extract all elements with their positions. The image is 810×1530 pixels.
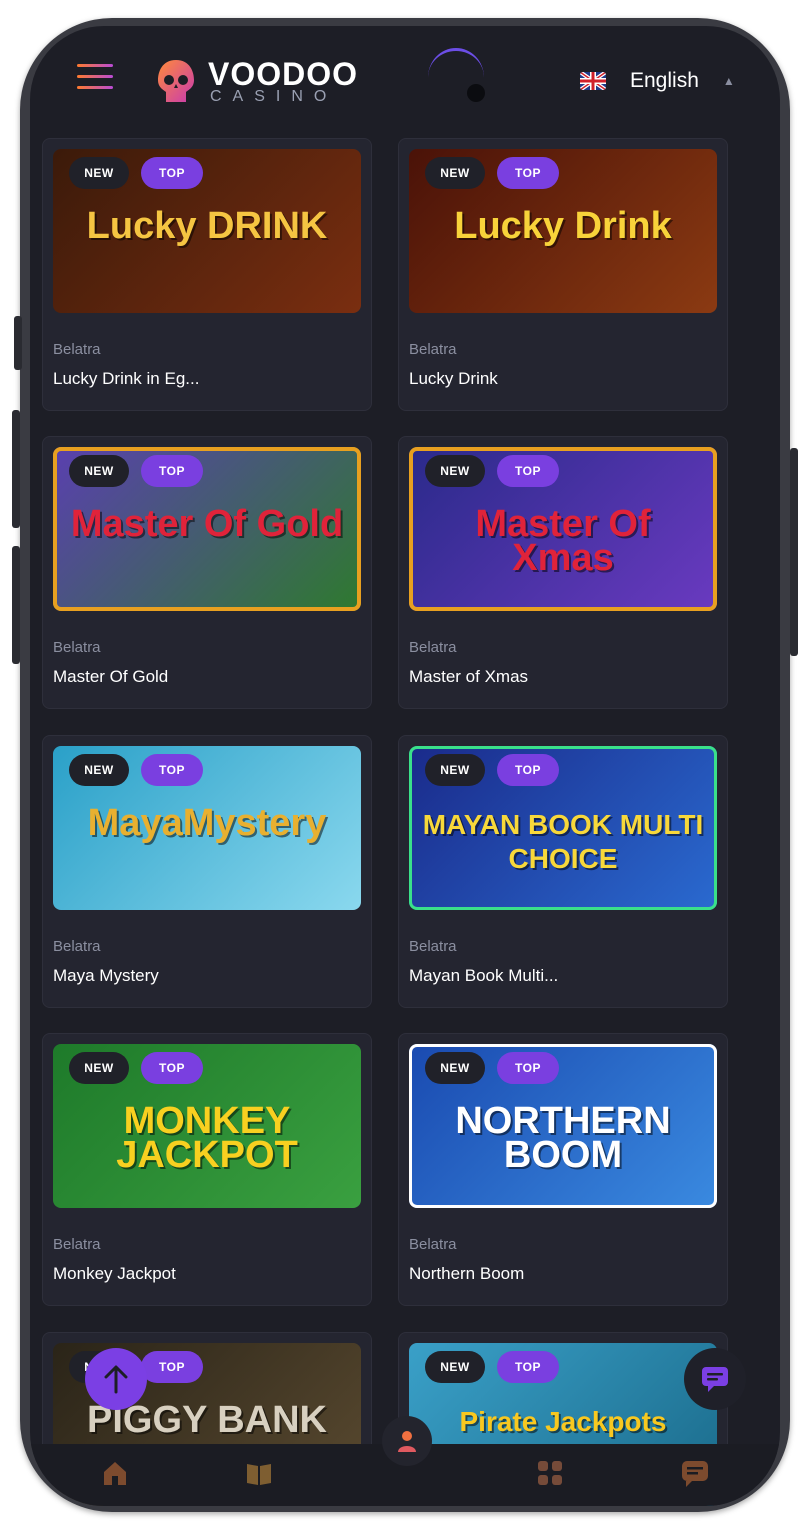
profile-button[interactable] [382, 1416, 432, 1466]
logo-subtitle: CASINO [210, 88, 338, 105]
phone-volume-up [12, 410, 20, 528]
game-art-title: PIGGY BANK [86, 1399, 327, 1441]
game-thumbnail[interactable]: Lucky DRINK NEW TOP [53, 149, 361, 313]
caret-up-icon: ▲ [722, 74, 735, 88]
game-art-title: Pirate Jackpots [459, 1406, 667, 1437]
game-name: Master Of Gold [53, 667, 169, 686]
menu-icon[interactable] [77, 64, 113, 94]
home-icon[interactable] [100, 1458, 130, 1488]
game-provider: Belatra [409, 1236, 457, 1253]
game-card[interactable]: Master Of Gold NEW TOP Belatra Master Of G… [42, 436, 372, 709]
new-badge: NEW [425, 1052, 485, 1084]
game-name: Lucky Drink [409, 369, 498, 388]
game-name: Master of Xmas [409, 667, 529, 686]
game-provider: Belatra [409, 938, 457, 955]
game-thumbnail[interactable]: Master Of Gold NEW TOP [53, 447, 361, 611]
top-badge: TOP [497, 1351, 559, 1383]
game-provider: Belatra [53, 1236, 101, 1253]
game-art-title: MONKEY JACKPOT [116, 1100, 298, 1176]
game-card[interactable]: Master Of Xmas NEW TOP Belatra Master of X… [398, 436, 728, 709]
phone-volume-down [12, 546, 20, 664]
game-provider: Belatra [409, 639, 457, 656]
top-badge: TOP [497, 1052, 559, 1084]
top-badge: TOP [141, 157, 203, 189]
game-name: Maya Mystery [53, 966, 159, 985]
game-provider: Belatra [409, 341, 457, 358]
grid-icon[interactable] [535, 1458, 565, 1488]
game-card[interactable]: Lucky Drink NEW TOP Belatra Lucky Drink [398, 138, 728, 411]
game-provider: Belatra [53, 938, 101, 955]
game-thumbnail[interactable]: Lucky Drink NEW TOP [409, 149, 717, 313]
game-provider: Belatra [53, 639, 101, 656]
game-card[interactable]: NORTHERN BOOM NEW TOP Belatra Northern Boo… [398, 1033, 728, 1306]
skull-logo-icon [158, 60, 194, 102]
new-badge: NEW [425, 157, 485, 189]
new-badge: NEW [69, 157, 129, 189]
new-badge: NEW [69, 754, 129, 786]
top-badge: TOP [141, 455, 203, 487]
uk-flag-icon [580, 72, 606, 90]
game-provider: Belatra [53, 341, 101, 358]
brand-logo[interactable]: VOODOO CASINO [154, 54, 357, 105]
game-name: Northern Boom [409, 1264, 525, 1283]
bottom-navigation [30, 1416, 780, 1506]
game-art-title: Master Of Gold [70, 503, 344, 545]
game-name: Mayan Book Multi... [409, 966, 559, 985]
new-badge: NEW [425, 455, 485, 487]
top-badge: TOP [141, 754, 203, 786]
game-art-title: Master Of Xmas [475, 503, 651, 579]
chat-button[interactable] [684, 1348, 746, 1410]
game-card[interactable]: MayaMystery NEW TOP Belatra Maya Mystery [42, 735, 372, 1008]
top-badge: TOP [141, 1052, 203, 1084]
game-card[interactable]: MONKEY JACKPOT NEW TOP Belatra Monkey Jack… [42, 1033, 372, 1306]
game-thumbnail[interactable]: MONKEY JACKPOT NEW TOP [53, 1044, 361, 1208]
language-label: English [630, 69, 699, 92]
language-selector[interactable]: English ▲ [580, 66, 735, 96]
game-name: Lucky Drink in Eg... [53, 369, 200, 388]
arrow-up-icon [104, 1365, 128, 1394]
top-badge: TOP [497, 455, 559, 487]
chat-bubble-icon [702, 1367, 728, 1392]
screen: VOODOO CASINO English ▲ Lucky DRINK NEW TO… [30, 26, 780, 1506]
new-badge: NEW [69, 1052, 129, 1084]
top-badge: TOP [497, 754, 559, 786]
front-camera [467, 84, 485, 102]
game-name: Monkey Jackpot [53, 1264, 176, 1283]
new-badge: NEW [69, 455, 129, 487]
user-icon [398, 1431, 416, 1452]
phone-power-button [790, 448, 798, 656]
game-art-title: MAYAN BOOK MULTI CHOICE [422, 809, 704, 874]
new-badge: NEW [425, 1351, 485, 1383]
game-art-title: Lucky DRINK [86, 205, 328, 247]
chat-icon[interactable] [680, 1458, 710, 1488]
phone-side-button [14, 316, 22, 370]
top-badge: TOP [141, 1351, 203, 1383]
game-thumbnail[interactable]: Master Of Xmas NEW TOP [409, 447, 717, 611]
scroll-top-button[interactable] [85, 1348, 147, 1410]
game-art-title: NORTHERN BOOM [455, 1100, 671, 1176]
game-art-title: Lucky Drink [454, 205, 672, 247]
game-card[interactable]: MAYAN BOOK MULTI CHOICE NEW TOP Belatra Ma… [398, 735, 728, 1008]
new-badge: NEW [425, 754, 485, 786]
game-card[interactable]: Lucky DRINK NEW TOP Belatra Lucky Drink in… [42, 138, 372, 411]
app-header: VOODOO CASINO English ▲ [30, 26, 780, 136]
book-icon[interactable] [244, 1458, 274, 1488]
game-thumbnail[interactable]: MAYAN BOOK MULTI CHOICE NEW TOP [409, 746, 717, 910]
game-thumbnail[interactable]: NORTHERN BOOM NEW TOP [409, 1044, 717, 1208]
top-badge: TOP [497, 157, 559, 189]
game-thumbnail[interactable]: MayaMystery NEW TOP [53, 746, 361, 910]
game-art-title: MayaMystery [87, 802, 327, 844]
